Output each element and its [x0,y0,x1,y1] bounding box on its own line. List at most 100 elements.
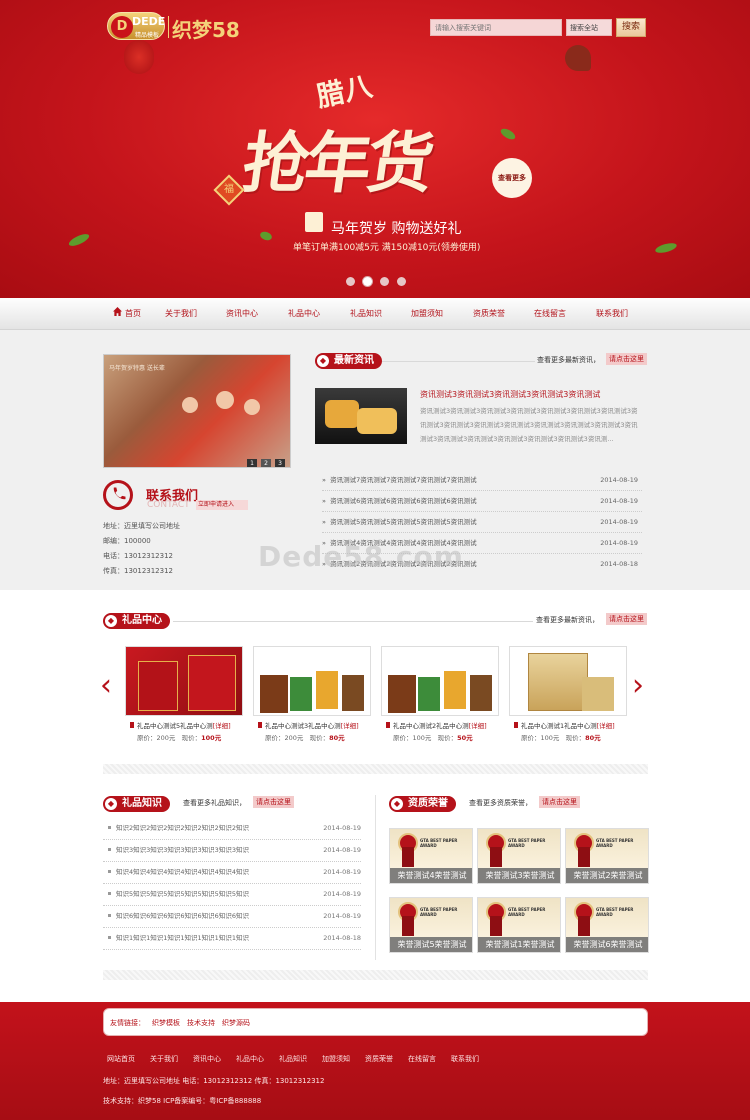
honors-more-link[interactable]: 请点击这里 [539,796,580,808]
logo-divider [168,16,169,38]
nav-news[interactable]: 资讯中心 [226,308,258,319]
knowledge-row[interactable]: 知识5知识5知识5知识5知识5知识5知识5知识 2014-08-19 [103,884,361,906]
knowledge-row[interactable]: 知识1知识1知识1知识1知识1知识1知识1知识 2014-08-18 [103,928,361,950]
footer-nav-contact[interactable]: 联系我们 [451,1054,479,1064]
news-row[interactable]: » 资讯测试5资讯测试5资讯测试5资讯测试5资讯测试 2014-08-19 [322,512,642,533]
footer-nav-message[interactable]: 在线留言 [408,1054,436,1064]
photo-page-3[interactable]: 3 [275,459,285,467]
news-row[interactable]: » 资讯测试6资讯测试6资讯测试6资讯测试6资讯测试 2014-08-19 [322,491,642,512]
gifts-header: ◆ 礼品中心 查看更多最新资讯， 请点击这里 [103,613,648,629]
nav-about[interactable]: 关于我们 [165,308,197,319]
knowledge-item-title[interactable]: 知识3知识3知识3知识3知识3知识3知识3知识 [116,846,249,854]
honor-card[interactable]: GTA BEST PAPER AWARD 荣誉测试6荣誉测试 [565,897,649,953]
family-photo[interactable]: 马年贺岁特惠 送长辈 1 2 3 [103,354,291,468]
news-item-date: 2014-08-19 [600,497,638,505]
product-image[interactable] [509,646,627,716]
product-name[interactable]: 礼品中心测试3礼品中心测[详细] [258,720,359,730]
footer-nav-about[interactable]: 关于我们 [150,1054,178,1064]
knowledge-header: ◆ 礼品知识 查看更多礼品知识， 请点击这里 [103,796,361,812]
footer-tech: 技术支持：织梦58 ICP备案编号：粤ICP备888888 [103,1097,262,1105]
footer-nav-home[interactable]: 网站首页 [107,1054,135,1064]
knowledge-item-title[interactable]: 知识5知识5知识5知识5知识5知识5知识5知识 [116,890,249,898]
logo-cn[interactable]: 织梦58 [172,14,240,43]
product-name[interactable]: 礼品中心测试5礼品中心测[详细] [130,720,231,730]
knowledge-row[interactable]: 知识2知识2知识2知识2知识2知识2知识2知识 2014-08-19 [103,818,361,840]
knowledge-row[interactable]: 知识3知识3知识3知识3知识3知识3知识3知识 2014-08-19 [103,840,361,862]
product-name[interactable]: 礼品中心测试2礼品中心测[详细] [386,720,487,730]
search-input[interactable] [430,19,562,36]
footer-nav-news[interactable]: 资讯中心 [193,1054,221,1064]
search-scope-select[interactable]: 搜索全站 [566,19,612,36]
search-button[interactable]: 搜索 [616,18,646,37]
news-item-title[interactable]: 资讯测试7资讯测试7资讯测试7资讯测试7资讯测试 [330,476,477,484]
knowledge-row[interactable]: 知识6知识6知识6知识6知识6知识6知识6知识 2014-08-19 [103,906,361,928]
carousel-prev-button[interactable]: ‹ [100,668,112,703]
carousel-next-button[interactable]: › [632,668,644,703]
product-detail-link[interactable]: [详细] [341,722,359,730]
photo-page-2[interactable]: 2 [261,459,271,467]
divider-stripe [103,970,648,980]
knowledge-item-title[interactable]: 知识1知识1知识1知识1知识1知识1知识1知识 [116,934,249,942]
news-featured-title[interactable]: 资讯测试3资讯测试3资讯测试3资讯测试3资讯测试 [420,389,600,400]
news-item-title[interactable]: 资讯测试5资讯测试5资讯测试5资讯测试5资讯测试 [330,518,477,526]
knowledge-more-link[interactable]: 请点击这里 [253,796,294,808]
knowledge-item-title[interactable]: 知识2知识2知识2知识2知识2知识2知识2知识 [116,824,249,832]
nav-honors[interactable]: 资质荣誉 [473,308,505,319]
mooncake-image[interactable] [315,388,407,444]
photo-page-1[interactable]: 1 [247,459,257,467]
honors-title[interactable]: ◆ 资质荣誉 [389,796,456,812]
logo-badge[interactable]: D DEDE 精品模板 [107,12,165,40]
news-item-title[interactable]: 资讯测试6资讯测试6资讯测试6资讯测试6资讯测试 [330,497,477,505]
honor-card[interactable]: GTA BEST PAPER AWARD 荣誉测试3荣誉测试 [477,828,561,884]
product-detail-link[interactable]: [详细] [469,722,487,730]
fu-label: 福 [224,184,234,195]
honor-card[interactable]: GTA BEST PAPER AWARD 荣誉测试1荣誉测试 [477,897,561,953]
footer-nav-join[interactable]: 加盟须知 [322,1054,350,1064]
slider-dot[interactable] [380,277,389,286]
news-item-date: 2014-08-18 [600,560,638,568]
nav-join[interactable]: 加盟须知 [411,308,443,319]
friend-link[interactable]: 织梦源码 [222,1018,250,1028]
nav-contact[interactable]: 联系我们 [596,308,628,319]
product-detail-link[interactable]: [详细] [597,722,615,730]
photo-figure [216,391,234,409]
news-more-link[interactable]: 请点击这里 [606,353,647,365]
knowledge-title[interactable]: ◆ 礼品知识 [103,796,170,812]
slider-dot-active[interactable] [363,277,372,286]
slider-dot[interactable] [346,277,355,286]
knowledge-item-date: 2014-08-19 [323,912,361,920]
contact-tag[interactable]: 立即申请进入 [196,500,248,510]
honors-header: ◆ 资质荣誉 查看更多资质荣誉， 请点击这里 [389,796,648,812]
banner-more-button[interactable]: 查看更多 [492,158,532,198]
honor-card[interactable]: GTA BEST PAPER AWARD 荣誉测试4荣誉测试 [389,828,473,884]
product-image[interactable] [381,646,499,716]
product-image[interactable] [253,646,371,716]
gifts-title[interactable]: ◆ 礼品中心 [103,613,170,629]
nav-gifts[interactable]: 礼品中心 [288,308,320,319]
news-title[interactable]: ◆ 最新资讯 [315,353,382,369]
nav-message[interactable]: 在线留言 [534,308,566,319]
knowledge-item-title[interactable]: 知识6知识6知识6知识6知识6知识6知识6知识 [116,912,249,920]
footer-nav-knowledge[interactable]: 礼品知识 [279,1054,307,1064]
photo-caption: 马年贺岁特惠 送长辈 [109,365,165,372]
footer-nav-honors[interactable]: 资质荣誉 [365,1054,393,1064]
footer-nav-gifts[interactable]: 礼品中心 [236,1054,264,1064]
news-row[interactable]: » 资讯测试7资讯测试7资讯测试7资讯测试7资讯测试 2014-08-19 [322,470,642,491]
honor-card[interactable]: GTA BEST PAPER AWARD 荣誉测试5荣誉测试 [389,897,473,953]
nav-home[interactable]: 首页 [125,308,141,319]
bullet-icon [108,914,111,917]
product-image[interactable] [125,646,243,716]
honor-card[interactable]: GTA BEST PAPER AWARD 荣誉测试2荣誉测试 [565,828,649,884]
friend-link[interactable]: 技术支持 [187,1018,215,1028]
slider-dot[interactable] [397,277,406,286]
knowledge-row[interactable]: 知识4知识4知识4知识4知识4知识4知识4知识 2014-08-19 [103,862,361,884]
product-name[interactable]: 礼品中心测试1礼品中心测[详细] [514,720,615,730]
leaf-icon [67,231,91,249]
orig-price: 原价：200元 [265,734,304,742]
knowledge-item-title[interactable]: 知识4知识4知识4知识4知识4知识4知识4知识 [116,868,249,876]
friend-link[interactable]: 织梦模板 [152,1018,180,1028]
now-price: 80元 [329,734,345,742]
gifts-more-link[interactable]: 请点击这里 [606,613,647,625]
product-detail-link[interactable]: [详细] [213,722,231,730]
nav-knowledge[interactable]: 礼品知识 [350,308,382,319]
